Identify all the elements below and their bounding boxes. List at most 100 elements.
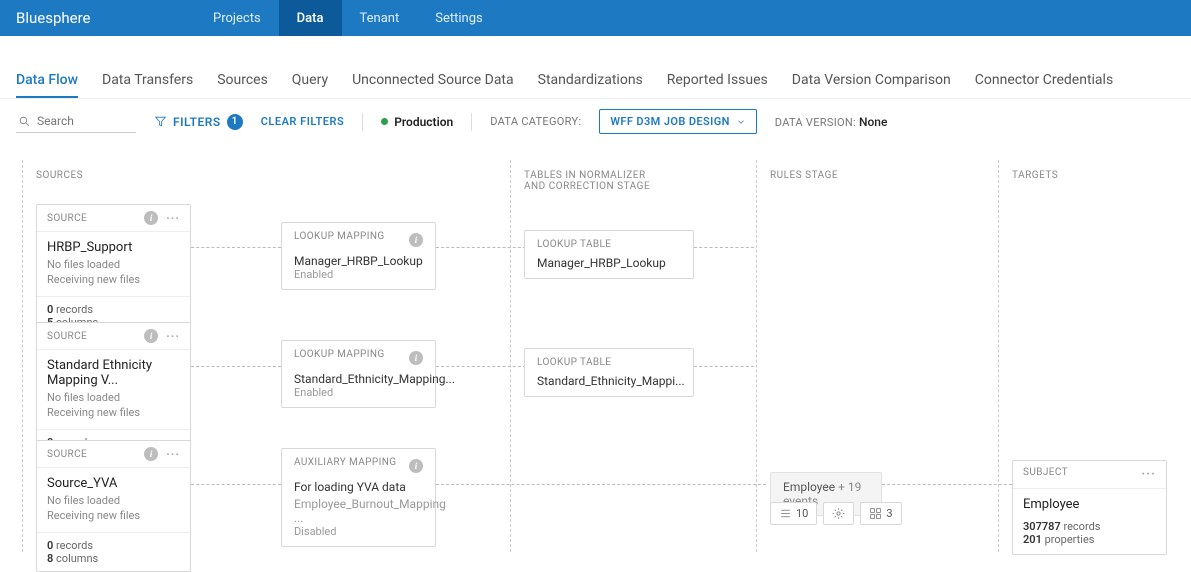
list-icon <box>779 507 792 520</box>
records-count: 0 <box>47 303 53 316</box>
grid-icon <box>869 507 882 520</box>
connector-line <box>191 247 281 248</box>
list-count: 10 <box>796 507 808 520</box>
node-title: Manager_HRBP_Lookup <box>537 256 681 270</box>
environment-label: Production <box>394 115 453 129</box>
column-header-rules: RULES STAGE <box>770 170 838 181</box>
info-icon[interactable]: i <box>409 233 423 247</box>
top-tab-data[interactable]: Data <box>279 0 342 36</box>
top-header: Bluesphere ProjectsDataTenantSettings <box>0 0 1191 36</box>
filters-label: FILTERS <box>173 115 221 129</box>
status-dot-icon <box>381 118 388 125</box>
mapping-node[interactable]: AUXILIARY MAPPING i For loading YVA data… <box>281 448 436 547</box>
lookup-table-node[interactable]: LOOKUP TABLE Manager_HRBP_Lookup <box>524 230 694 279</box>
node-status-receiving: Receiving new files <box>47 272 180 287</box>
records-word: records <box>1063 520 1100 533</box>
top-tab-tenant[interactable]: Tenant <box>342 0 418 36</box>
clear-filters-button[interactable]: CLEAR FILTERS <box>261 115 344 128</box>
version-label: DATA VERSION: <box>775 116 856 129</box>
node-title: Standard_Ethnicity_Mappi... <box>537 374 681 388</box>
node-type-label: SUBJECT <box>1023 467 1068 482</box>
filters-button[interactable]: FILTERS 1 <box>154 114 243 130</box>
node-type-label: SOURCE <box>47 331 87 342</box>
sub-tab-data-version-comparison[interactable]: Data Version Comparison <box>792 64 951 98</box>
events-subject: Employee <box>783 480 835 494</box>
grid-count: 3 <box>886 507 892 520</box>
gear-icon <box>832 507 845 520</box>
source-node[interactable]: SOURCE i ··· Source_YVA No files loaded … <box>36 440 191 572</box>
sub-tab-data-transfers[interactable]: Data Transfers <box>102 64 193 98</box>
brand-title: Bluesphere <box>0 9 195 27</box>
mapping-node[interactable]: LOOKUP MAPPING i Manager_HRBP_Lookup Ena… <box>281 222 436 290</box>
node-status-noload: No files loaded <box>47 390 180 405</box>
top-tab-settings[interactable]: Settings <box>417 0 500 36</box>
node-title: Source_YVA <box>47 476 180 491</box>
data-version: DATA VERSION: None <box>775 115 888 129</box>
events-mini-toolbar: 10 3 <box>770 502 902 525</box>
flow-canvas: SOURCES TABLES IN NORMALIZER AND CORRECT… <box>0 144 1191 552</box>
node-title: Employee <box>1023 497 1156 512</box>
connector-line <box>191 484 281 485</box>
node-title: Employee_Burnout_Mapping ... <box>294 497 423 525</box>
column-divider <box>998 160 999 552</box>
node-type-label: LOOKUP TABLE <box>537 357 681 368</box>
source-node[interactable]: SOURCE i ··· HRBP_Support No files loade… <box>36 204 191 336</box>
lookup-table-node[interactable]: LOOKUP TABLE Standard_Ethnicity_Mappi... <box>524 348 694 397</box>
properties-count: 201 <box>1023 533 1042 546</box>
sub-tab-connector-credentials[interactable]: Connector Credentials <box>975 64 1113 98</box>
grid-view-button[interactable]: 3 <box>860 502 901 525</box>
info-icon[interactable]: i <box>409 351 423 365</box>
columns-count: 8 <box>47 552 53 565</box>
mapping-status: Enabled <box>294 386 423 399</box>
mapping-node[interactable]: LOOKUP MAPPING i Standard_Ethnicity_Mapp… <box>281 340 436 408</box>
node-status-receiving: Receiving new files <box>47 405 180 420</box>
environment-indicator: Production <box>381 115 453 129</box>
column-header-sources: SOURCES <box>36 170 83 181</box>
node-title: HRBP_Support <box>47 240 180 255</box>
more-icon[interactable]: ··· <box>1141 467 1156 482</box>
category-value: WFF D3M JOB DESIGN <box>610 115 729 128</box>
columns-word: columns <box>56 552 98 565</box>
sub-tab-data-flow[interactable]: Data Flow <box>16 64 78 98</box>
node-title: Manager_HRBP_Lookup <box>294 254 423 268</box>
mapping-status: Disabled <box>294 525 423 538</box>
more-icon[interactable]: ··· <box>166 447 180 461</box>
connector-line <box>436 366 526 367</box>
node-type-label: AUXILIARY MAPPING <box>294 457 396 468</box>
toolbar: FILTERS 1 CLEAR FILTERS Production DATA … <box>0 99 1191 144</box>
search-field[interactable] <box>16 110 136 133</box>
node-type-label: LOOKUP MAPPING <box>294 349 385 360</box>
records-word: records <box>56 303 93 316</box>
category-dropdown[interactable]: WFF D3M JOB DESIGN <box>599 109 756 134</box>
more-icon[interactable]: ··· <box>166 329 180 343</box>
sub-tabs: Data Flow Data Transfers Sources Query Uncon… <box>0 64 1191 99</box>
sub-tab-query[interactable]: Query <box>292 64 328 98</box>
sub-tab-unconnected-source-data[interactable]: Unconnected Source Data <box>352 64 514 98</box>
divider <box>362 113 363 131</box>
sub-tab-reported-issues[interactable]: Reported Issues <box>667 64 768 98</box>
more-icon[interactable]: ··· <box>166 211 180 225</box>
list-view-button[interactable]: 10 <box>770 502 817 525</box>
node-status-noload: No files loaded <box>47 493 180 508</box>
column-header-targets: TARGETS <box>1012 170 1058 181</box>
top-tab-projects[interactable]: Projects <box>195 0 279 36</box>
properties-word: properties <box>1045 533 1095 546</box>
info-icon[interactable]: i <box>409 459 423 473</box>
column-divider <box>22 160 23 552</box>
connector-line <box>436 484 766 485</box>
connector-line <box>694 247 754 248</box>
settings-button[interactable] <box>823 502 854 525</box>
version-value: None <box>859 115 887 129</box>
node-status-receiving: Receiving new files <box>47 508 180 523</box>
sub-tab-standardizations[interactable]: Standardizations <box>538 64 643 98</box>
sub-tab-sources[interactable]: Sources <box>217 64 268 98</box>
column-divider <box>510 160 511 552</box>
filters-count-badge: 1 <box>227 114 243 130</box>
info-icon[interactable]: i <box>144 329 158 343</box>
column-header-normalizer: TABLES IN NORMALIZER AND CORRECTION STAG… <box>524 170 650 192</box>
info-icon[interactable]: i <box>144 447 158 461</box>
node-type-label: SOURCE <box>47 213 87 224</box>
info-icon[interactable]: i <box>144 211 158 225</box>
search-input[interactable] <box>37 114 127 128</box>
top-tabs: ProjectsDataTenantSettings <box>195 0 501 36</box>
